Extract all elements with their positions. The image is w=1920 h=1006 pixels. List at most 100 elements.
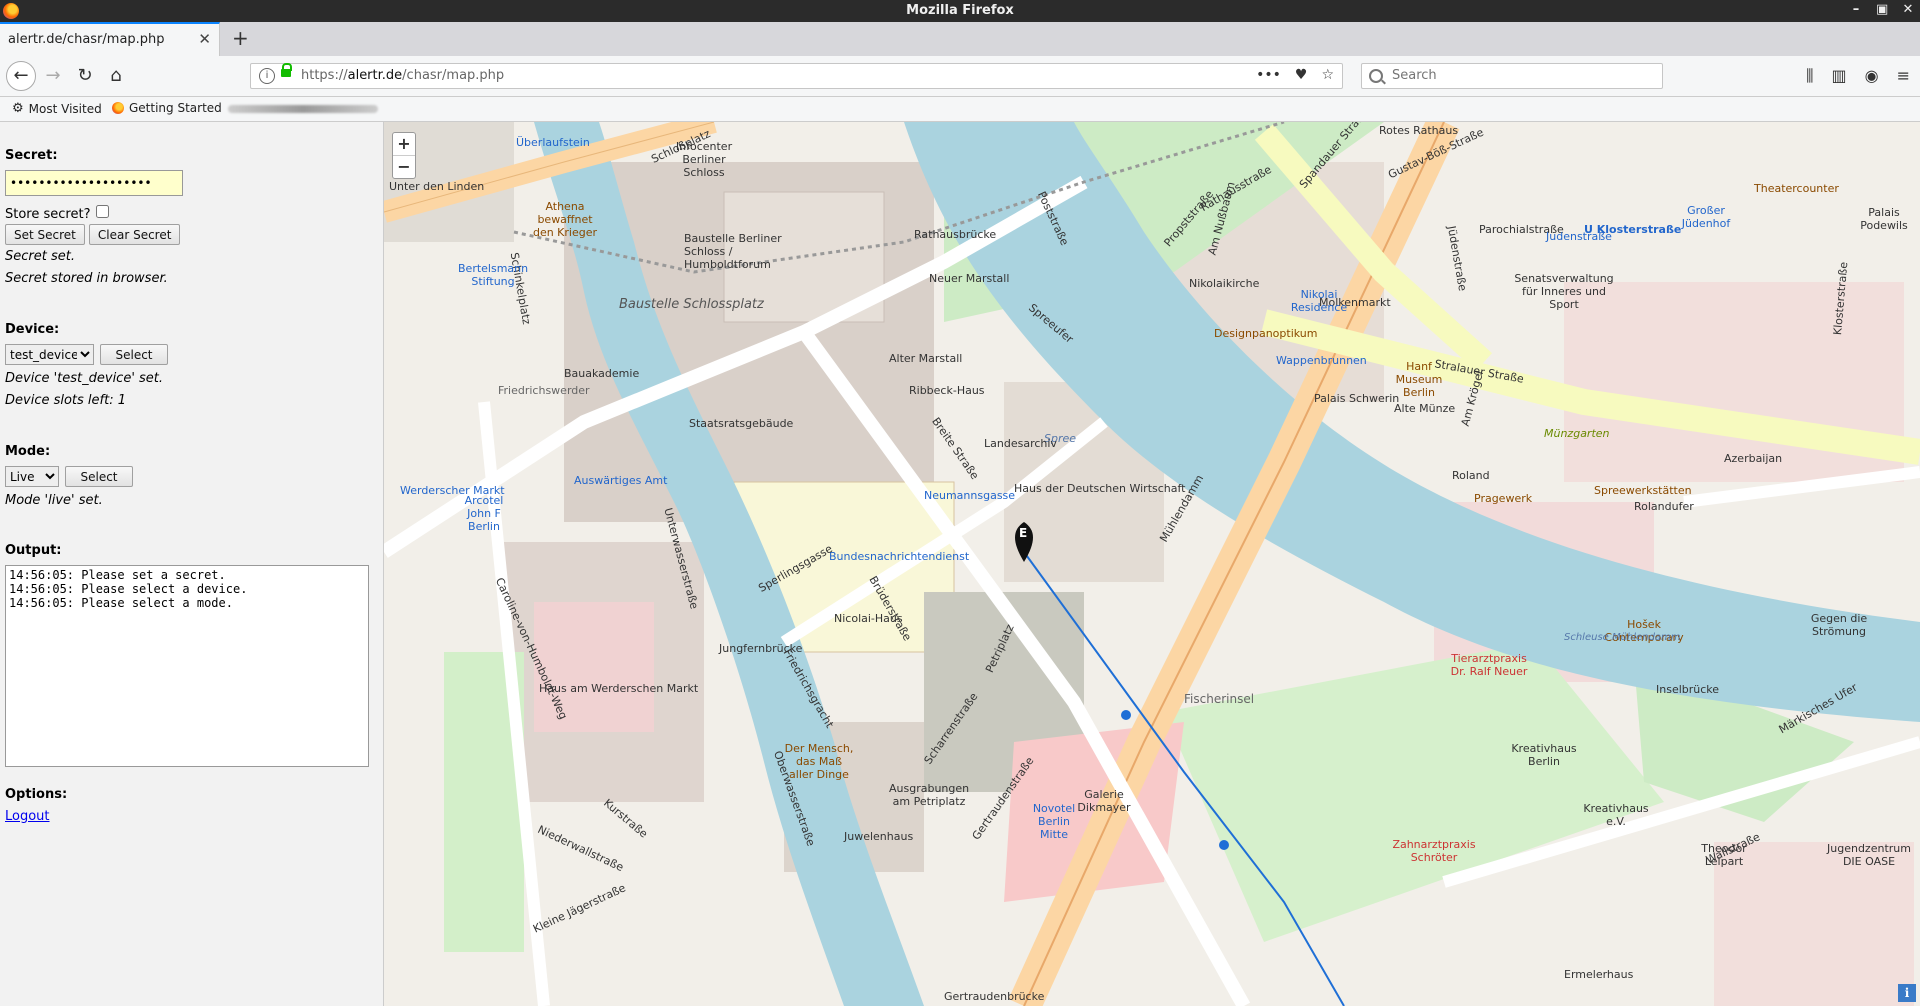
blurred-bookmark[interactable] — [228, 105, 378, 113]
map-label: Landesarchiv — [984, 437, 1057, 450]
account-icon[interactable]: ◉ — [1865, 66, 1879, 86]
map-label: Senatsverwaltung für Inneres und Sport — [1514, 272, 1614, 311]
map-label: Neumannsgasse — [924, 489, 1016, 502]
map-label: Palais Podewils — [1860, 206, 1908, 232]
map-label: Baustelle Schlossplatz — [619, 297, 764, 312]
hamburger-menu-icon[interactable]: ≡ — [1897, 66, 1910, 86]
map-label: Wappenbrunnen — [1276, 354, 1367, 367]
map-label: Arcotel John F Berlin — [464, 494, 504, 533]
search-input[interactable] — [1390, 67, 1654, 84]
search-bar[interactable] — [1361, 63, 1663, 89]
minimize-icon[interactable]: – — [1850, 2, 1862, 17]
window-controls: – ▣ ✕ — [1850, 2, 1914, 17]
map-view[interactable]: Unter den Linden Schloßplatz Baustelle S… — [384, 122, 1920, 1006]
toolbar-right-icons: ⫼ ▥ ◉ ≡ — [1806, 66, 1910, 86]
window-titlebar: Mozilla Firefox – ▣ ✕ — [0, 0, 1920, 22]
bookmark-getting-started[interactable]: Getting Started — [112, 101, 222, 115]
map-label: Inselbrücke — [1656, 683, 1720, 696]
pocket-icon[interactable]: ♥ — [1295, 67, 1308, 83]
map-label: Kreativhaus Berlin — [1511, 742, 1577, 768]
url-bar[interactable]: i https://alertr.de/chasr/map.php ••• ♥ … — [250, 63, 1343, 89]
tab-title: alertr.de/chasr/map.php — [8, 32, 165, 47]
bookmark-label: Getting Started — [129, 101, 222, 115]
map-label: Rolandufer — [1634, 500, 1694, 513]
map-label: Theatercounter — [1754, 182, 1839, 195]
logout-link[interactable]: Logout — [5, 809, 50, 824]
control-panel: Secret: Store secret? Set Secret Clear S… — [0, 122, 384, 1006]
reload-icon[interactable]: ↻ — [72, 63, 98, 89]
map-label: Auswärtiges Amt — [574, 474, 668, 487]
map-label: Jugendzentrum DIE OASE — [1827, 842, 1911, 868]
home-icon[interactable]: ⌂ — [103, 63, 129, 89]
map-label: Roland — [1452, 469, 1490, 482]
forward-arrow-icon[interactable]: → — [40, 63, 66, 89]
map-label: Baustelle Berliner Schloss / Humboldtfor… — [684, 232, 782, 271]
map-label: Zahnarztpraxis Schröter — [1392, 838, 1476, 864]
map-label: Ausgrabungen am Petriplatz — [889, 782, 970, 808]
map-label: Designpanoptikum — [1214, 327, 1318, 340]
device-select-button[interactable]: Select — [100, 344, 168, 365]
window-title: Mozilla Firefox — [906, 3, 1014, 18]
zoom-out-button[interactable]: − — [393, 156, 415, 178]
mode-select[interactable]: Live — [5, 466, 59, 487]
map-label: Judenstraße — [1546, 230, 1612, 243]
map-label: Bundesnachrichtendienst — [829, 550, 970, 563]
device-select[interactable]: test_device — [5, 344, 94, 365]
device-slots-status: Device slots left: 1 — [5, 393, 126, 408]
mode-select-button[interactable]: Select — [65, 466, 133, 487]
map-label: Alter Marstall — [889, 352, 963, 365]
map-label: Rathausbrücke — [914, 228, 997, 241]
secret-heading: Secret: — [5, 148, 58, 163]
secret-status: Secret set. — [5, 249, 75, 264]
map-label: Novotel Berlin Mitte — [1032, 802, 1076, 841]
map-label: Gertraudenbrücke — [944, 990, 1045, 1003]
secret-field[interactable] — [5, 170, 183, 196]
map-label: Der Mensch, das Maß aller Dinge — [784, 742, 854, 781]
map-label: Nikolai Residence — [1290, 288, 1348, 314]
search-icon — [1369, 69, 1383, 83]
store-secret-row: Store secret? — [5, 205, 110, 224]
secret-buttons: Set Secret Clear Secret — [5, 224, 181, 245]
output-log[interactable]: 14:56:05: Please set a secret. 14:56:05:… — [5, 565, 369, 767]
map-label: Bertelsmann Stiftung — [458, 262, 529, 288]
options-heading: Options: — [5, 787, 68, 802]
url-text[interactable]: https://alertr.de/chasr/map.php — [301, 68, 504, 83]
close-tab-icon[interactable]: ✕ — [198, 30, 211, 48]
map-label: Rotes Rathaus — [1379, 124, 1459, 137]
zoom-in-button[interactable]: + — [393, 133, 415, 156]
map-label: Fischerinsel — [1184, 692, 1255, 706]
map-tiles[interactable] — [384, 122, 1920, 1006]
map-label: Juwelenhaus — [844, 830, 914, 843]
page-actions-menu-icon[interactable]: ••• — [1256, 67, 1281, 83]
set-secret-button[interactable]: Set Secret — [5, 224, 85, 245]
back-arrow-icon[interactable]: ← — [6, 61, 36, 91]
map-label: Gegen die Strömung — [1810, 612, 1868, 638]
zoom-control: + − — [392, 132, 416, 179]
lock-icon — [281, 63, 292, 77]
site-info-icon[interactable]: i — [259, 68, 275, 84]
store-secret-checkbox[interactable] — [96, 205, 110, 218]
library-icon[interactable]: ⫼ — [1806, 66, 1813, 86]
bookmark-label: Most Visited — [28, 101, 102, 116]
new-tab-icon[interactable]: + — [232, 26, 249, 50]
device-status: Device 'test_device' set. — [5, 371, 164, 386]
map-label: Haus am Werderschen Markt — [539, 682, 699, 695]
clear-secret-button[interactable]: Clear Secret — [88, 224, 181, 245]
location-marker[interactable]: E — [1019, 526, 1027, 540]
close-window-icon[interactable]: ✕ — [1902, 2, 1914, 17]
map-label: Großer Jüdenhof — [1681, 204, 1731, 230]
sidebar-icon[interactable]: ▥ — [1832, 66, 1847, 86]
maximize-icon[interactable]: ▣ — [1876, 2, 1888, 17]
bookmark-star-icon[interactable]: ☆ — [1321, 67, 1334, 83]
tab-active[interactable]: alertr.de/chasr/map.php ✕ — [0, 22, 220, 56]
map-label: Staatsratsgebäude — [689, 417, 794, 430]
page-actions: ••• ♥ ☆ — [1256, 67, 1334, 83]
map-label: Friedrichswerder — [498, 384, 590, 397]
map-label: Infocenter Berliner Schloss — [675, 140, 733, 179]
bookmark-most-visited[interactable]: ⚙ Most Visited — [12, 101, 102, 116]
tab-strip: alertr.de/chasr/map.php ✕ + — [0, 22, 1920, 57]
map-label: Haus der Deutschen Wirtschaft — [1014, 482, 1186, 495]
map-label: Schleuse Mühlendamm — [1564, 632, 1681, 643]
map-label: Ribbeck-Haus — [909, 384, 985, 397]
attribution-info-icon[interactable]: i — [1898, 984, 1916, 1002]
